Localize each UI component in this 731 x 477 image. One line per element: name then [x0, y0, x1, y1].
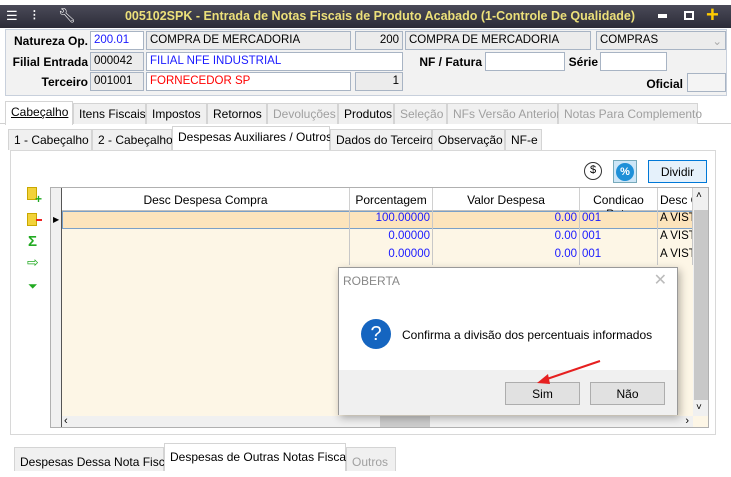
cell-cond[interactable]: 001	[580, 211, 658, 229]
tab-notas-complemento[interactable]: Notas Para Complemento	[558, 103, 702, 124]
cell-perc[interactable]: 100.00000	[350, 211, 433, 229]
confirm-dialog: ROBERTA ✕ ? Confirma a divisão dos perce…	[338, 267, 678, 415]
nf-label: NF / Fatura	[419, 55, 482, 69]
terceiro-num: 1	[355, 72, 403, 91]
percent-button[interactable]: %	[613, 160, 637, 183]
natureza-label: Natureza Op.	[13, 34, 88, 48]
tab-nfs-versao-anterior[interactable]: NFs Versão Anterior	[447, 103, 560, 124]
natureza-group-select[interactable]: COMPRAS ⌄	[596, 31, 726, 50]
window-title: 005102SPK - Entrada de Notas Fiscais de …	[124, 9, 636, 23]
cell-cond[interactable]: 001	[580, 247, 658, 265]
serie-label: Série	[568, 55, 598, 69]
horizontal-scrollbar[interactable]: ‹ ›	[62, 415, 693, 427]
chevron-down-icon[interactable]: ⌄	[712, 34, 722, 48]
cell-cond[interactable]: 001	[580, 229, 658, 247]
subtab-2-cabecalho[interactable]: 2 - Cabeçalho	[92, 129, 173, 150]
vertical-scrollbar[interactable]: ˄ ˅	[693, 188, 708, 416]
menu-icon[interactable]: ☰	[6, 8, 18, 24]
wrench-icon[interactable]: 🔧︎	[58, 7, 76, 24]
cell-desc[interactable]	[62, 211, 350, 229]
nf-input[interactable]	[485, 52, 565, 71]
filial-name-input[interactable]: FILIAL NFE INDUSTRIAL	[146, 52, 403, 71]
col-porcentagem[interactable]: Porcentagem	[350, 188, 433, 211]
cell-valor[interactable]: 0.00	[433, 211, 580, 229]
terceiro-code: 001001	[90, 72, 144, 91]
natureza-desc2: COMPRA DE MERCADORIA	[405, 31, 591, 50]
dialog-message: Confirma a divisão dos percentuais infor…	[402, 328, 653, 342]
question-icon: ?	[361, 319, 391, 349]
tab-cabecalho[interactable]: Cabeçalho	[5, 101, 73, 125]
natureza-group-value: COMPRAS	[600, 34, 659, 46]
close-icon[interactable]: ✕	[654, 270, 667, 290]
cell-desc-c[interactable]: A VIST	[658, 211, 693, 229]
natureza-code-input[interactable]: 200.01	[90, 31, 144, 50]
oficial-input[interactable]	[687, 73, 726, 92]
cell-valor[interactable]: 0.00	[433, 247, 580, 265]
dialog-title: ROBERTA	[343, 274, 400, 288]
cell-desc[interactable]	[62, 229, 350, 247]
tab-outros[interactable]: Outros	[346, 447, 396, 471]
current-row-icon: ▶	[53, 215, 60, 224]
sum-icon[interactable]: Σ	[28, 233, 37, 250]
subtab-nfe[interactable]: NF-e	[505, 129, 542, 150]
col-desc-c[interactable]: Desc C	[658, 188, 693, 211]
bottom-icon[interactable]: ⏷	[28, 279, 38, 294]
remove-row-icon[interactable]	[27, 213, 42, 226]
subtab-1-cabecalho[interactable]: 1 - Cabeçalho	[8, 129, 92, 150]
filial-code: 000042	[90, 52, 144, 71]
traffic-light-icon[interactable]: ⁝	[32, 6, 37, 24]
terceiro-label: Terceiro	[41, 75, 88, 89]
oficial-label: Oficial	[646, 77, 683, 91]
tab-retornos[interactable]: Retornos	[207, 103, 267, 124]
col-condicao-pgto[interactable]: Condicao Pgto	[580, 188, 658, 221]
subtab-observacao[interactable]: Observação	[432, 129, 505, 150]
tab-itens-fiscais[interactable]: Itens Fiscais	[73, 103, 146, 124]
row-indicator-column	[51, 188, 62, 427]
tab-despesas-outras-notas[interactable]: Despesas de Outras Notas Fiscais	[164, 443, 355, 471]
natureza-desc: COMPRA DE MERCADORIA	[146, 31, 351, 50]
tab-impostos[interactable]: Impostos	[146, 103, 207, 124]
tab-devolucoes[interactable]: Devoluções	[267, 103, 338, 124]
subtab-dados-terceiro[interactable]: Dados do Terceiro	[330, 129, 433, 150]
cell-valor[interactable]: 0.00	[433, 229, 580, 247]
cell-desc-c[interactable]: A VIST	[658, 247, 693, 265]
cell-desc-c[interactable]: A VIST	[658, 229, 693, 247]
maximize-button[interactable]	[684, 11, 694, 20]
filial-label: Filial Entrada	[12, 55, 88, 69]
currency-icon[interactable]: $	[584, 162, 602, 180]
cell-perc[interactable]: 0.00000	[350, 247, 433, 265]
col-desc-despesa[interactable]: Desc Despesa Compra	[62, 188, 350, 211]
title-bar: ☰ ⁝ 🔧︎ 005102SPK - Entrada de Notas Fisc…	[0, 2, 731, 28]
tab-produtos[interactable]: Produtos	[338, 103, 394, 124]
serie-input[interactable]	[600, 52, 667, 71]
cell-perc[interactable]: 0.00000	[350, 229, 433, 247]
add-icon[interactable]: +	[706, 2, 719, 28]
tab-selecao[interactable]: Seleção	[394, 103, 447, 124]
red-arrow-annotation	[537, 360, 601, 384]
cell-desc[interactable]	[62, 247, 350, 265]
subtab-despesas-auxiliares[interactable]: Despesas Auxiliares / Outros	[172, 126, 332, 150]
dividir-button[interactable]: Dividir	[648, 160, 707, 183]
natureza-num[interactable]: 200	[355, 31, 403, 50]
terceiro-name-input[interactable]: FORNECEDOR SP	[146, 72, 351, 91]
col-valor-despesa[interactable]: Valor Despesa	[433, 188, 580, 211]
percent-icon: %	[616, 163, 634, 181]
minimize-button[interactable]	[658, 14, 667, 18]
tab-despesas-dessa-nota[interactable]: Despesas Dessa Nota Fiscal	[14, 447, 174, 471]
vertical-scroll-thumb[interactable]	[694, 210, 708, 400]
add-row-icon[interactable]: +	[27, 187, 42, 206]
horizontal-scroll-thumb[interactable]	[380, 416, 430, 427]
export-icon[interactable]: ⇨	[27, 254, 39, 271]
